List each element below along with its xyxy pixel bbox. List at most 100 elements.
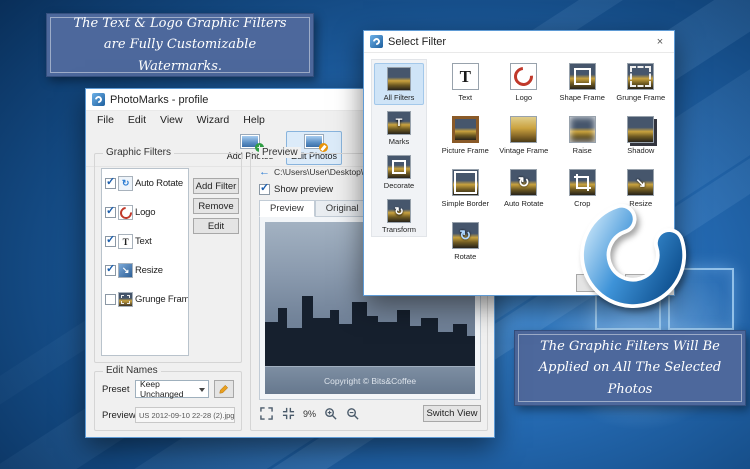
filter-option-label: Vintage Frame	[499, 146, 549, 155]
preset-label: Preset	[102, 384, 130, 395]
filter-option-shadow[interactable]: Shadow	[612, 116, 671, 162]
filter-option-grunge-frame[interactable]: Grunge Frame	[612, 63, 671, 109]
chevron-down-icon	[199, 388, 205, 392]
transform-icon	[387, 199, 411, 223]
auto-rotate-icon	[118, 176, 133, 191]
menu-wizard[interactable]: Wizard	[190, 114, 237, 126]
checkbox[interactable]: ✓	[105, 176, 116, 189]
fit-screen-icon[interactable]	[259, 406, 274, 421]
category-marks[interactable]: Marks	[374, 107, 424, 149]
zoom-out-icon[interactable]	[345, 406, 360, 421]
callout-bottom: The Graphic Filters Will Be Applied on A…	[514, 330, 746, 406]
filter-item-resize[interactable]: ✓ Resize	[102, 256, 188, 285]
filter-item-label: Grunge Frame	[135, 294, 189, 305]
filter-option-label: Simple Border	[441, 199, 490, 208]
remove-button[interactable]: Remove	[193, 198, 239, 214]
filter-item-auto-rotate[interactable]: ✓ Auto Rotate	[102, 169, 188, 198]
category-label: Transform	[382, 225, 416, 234]
add-filter-button[interactable]: Add Filter	[193, 178, 239, 194]
category-all-filters[interactable]: All Filters	[374, 63, 424, 105]
category-label: All Filters	[383, 93, 415, 102]
dialog-title-bar[interactable]: Select Filter ×	[364, 31, 674, 53]
resize-icon	[627, 169, 655, 196]
edit-button[interactable]: Edit	[193, 218, 239, 234]
filter-item-label: Text	[135, 236, 152, 247]
menu-edit[interactable]: Edit	[121, 114, 153, 126]
group-title: Preview	[259, 147, 301, 158]
switch-view-button[interactable]: Switch View	[423, 405, 481, 422]
window-title: PhotoMarks - profile	[110, 93, 209, 106]
checkbox[interactable]: ✓	[105, 263, 116, 276]
preset-value: Keep Unchanged	[140, 379, 184, 399]
check-icon: ✓	[106, 234, 116, 246]
filter-option-simple-border[interactable]: Simple Border	[436, 169, 495, 215]
dialog-icon	[370, 35, 383, 48]
menu-help[interactable]: Help	[236, 114, 272, 126]
all-filters-icon	[387, 67, 411, 91]
zoom-in-icon[interactable]	[323, 406, 338, 421]
text-icon	[118, 234, 133, 249]
filter-option-picture-frame[interactable]: Picture Frame	[436, 116, 495, 162]
simple-border-icon	[451, 169, 479, 196]
pencil-icon	[219, 384, 229, 394]
check-icon: ✓	[106, 205, 116, 217]
filter-option-label: Text	[458, 93, 473, 102]
show-preview-checkbox[interactable]: ✓	[259, 182, 270, 195]
auto-rotate-icon	[510, 169, 538, 196]
fit-selection-icon[interactable]	[281, 406, 296, 421]
filter-option-auto-rotate[interactable]: Auto Rotate	[495, 169, 554, 215]
filter-categories: All Filters Marks Decorate Transform	[371, 59, 427, 237]
filter-option-vintage-frame[interactable]: Vintage Frame	[495, 116, 554, 162]
filter-option-rotate[interactable]: Rotate	[436, 222, 495, 268]
vintage-frame-icon	[510, 116, 538, 143]
preview-name-label: Preview	[102, 410, 136, 421]
picture-frame-icon	[451, 116, 479, 143]
marks-icon	[387, 111, 411, 135]
filter-option-logo[interactable]: Logo	[495, 63, 554, 109]
filter-item-text[interactable]: ✓ Text	[102, 227, 188, 256]
menu-file[interactable]: File	[90, 114, 121, 126]
checkbox[interactable]: ✓	[105, 234, 116, 247]
filter-list: ✓ Auto Rotate ✓ Logo ✓ Text ✓ Re	[101, 168, 189, 356]
menu-view[interactable]: View	[153, 114, 190, 126]
category-decorate[interactable]: Decorate	[374, 151, 424, 193]
filter-item-label: Logo	[135, 207, 156, 218]
desktop: The Text & Logo Graphic Filters are Full…	[0, 0, 750, 469]
decorate-icon	[387, 155, 411, 179]
logo-icon	[118, 205, 133, 220]
text-filter-icon	[451, 63, 479, 90]
group-title: Edit Names	[103, 365, 161, 376]
preset-dropdown[interactable]: Keep Unchanged	[135, 379, 209, 399]
app-icon	[92, 93, 105, 106]
show-preview-label: Show preview	[274, 184, 334, 195]
callout-top: The Text & Logo Graphic Filters are Full…	[46, 13, 314, 77]
shape-frame-icon	[568, 63, 596, 90]
edit-preset-button[interactable]	[214, 380, 234, 398]
preview-controls: 9% Switch View	[259, 405, 481, 422]
filter-option-label: Shadow	[627, 146, 655, 155]
filter-option-text[interactable]: Text	[436, 63, 495, 109]
filter-option-label: Logo	[515, 93, 533, 102]
check-icon: ✓	[260, 182, 270, 194]
back-icon[interactable]: ←	[259, 166, 270, 178]
checkbox[interactable]: ✓	[105, 205, 116, 218]
filter-item-logo[interactable]: ✓ Logo	[102, 198, 188, 227]
filter-option-label: Rotate	[454, 252, 477, 261]
filter-item-grunge-frame[interactable]: ✓ Grunge Frame	[102, 285, 188, 314]
checkbox[interactable]: ✓	[105, 294, 116, 305]
tab-preview[interactable]: Preview	[259, 200, 315, 217]
raise-icon	[568, 116, 596, 143]
edit-names-group: Edit Names Preset Keep Unchanged Preview…	[94, 365, 242, 431]
rotate-icon	[451, 222, 479, 249]
filter-option-shape-frame[interactable]: Shape Frame	[553, 63, 612, 109]
group-title: Graphic Filters	[103, 147, 175, 158]
filter-item-label: Resize	[135, 265, 163, 276]
category-transform[interactable]: Transform	[374, 195, 424, 237]
tab-original[interactable]: Original	[314, 200, 370, 217]
resize-icon	[118, 263, 133, 278]
category-label: Decorate	[383, 181, 415, 190]
filter-option-raise[interactable]: Raise	[553, 116, 612, 162]
dialog-close-button[interactable]: ×	[646, 31, 674, 52]
category-label: Marks	[388, 137, 410, 146]
preview-filename: US 2012-09-10 22-28 (2).jpg	[135, 407, 235, 423]
